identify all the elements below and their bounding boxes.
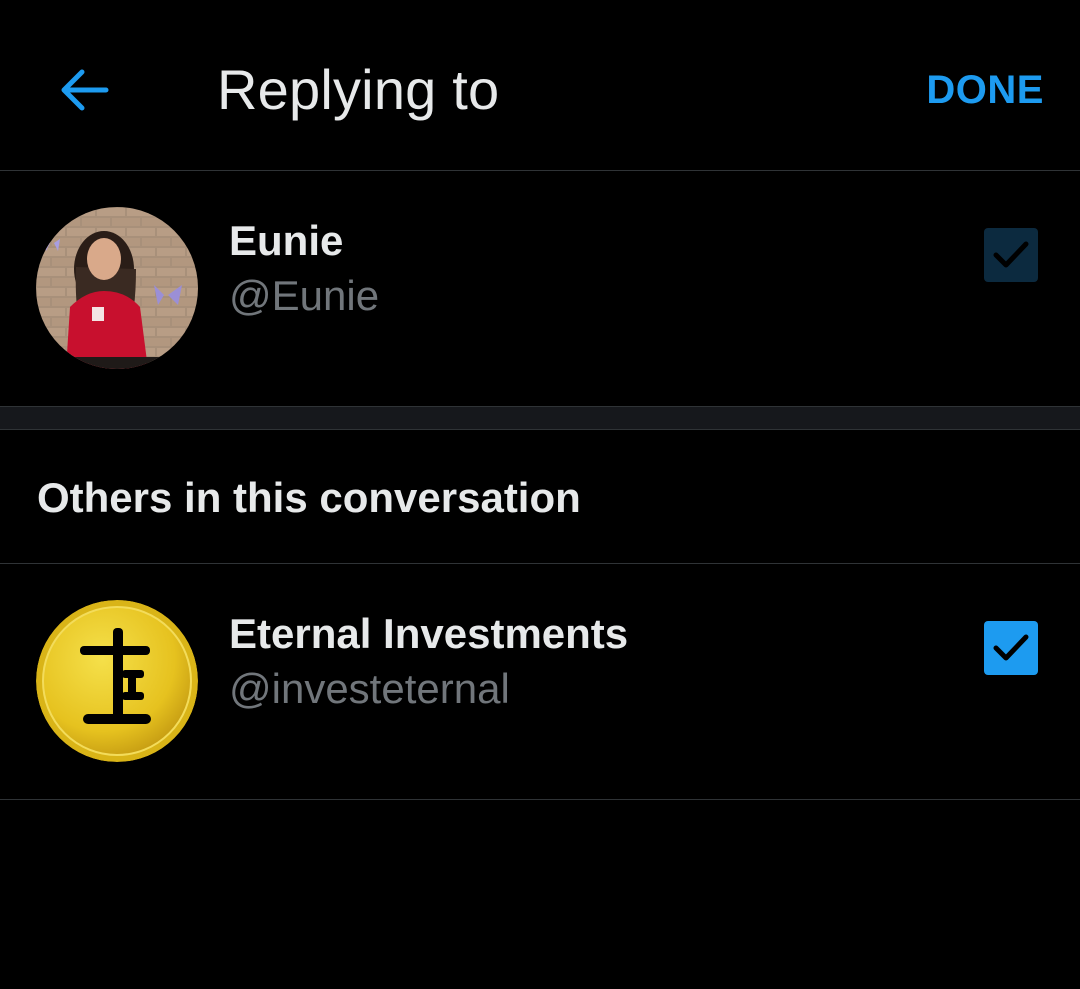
section-divider xyxy=(0,406,1080,430)
participant-row[interactable]: Eternal Investments @investeternal xyxy=(0,564,1080,800)
back-button[interactable] xyxy=(52,58,116,122)
user-handle: @Eunie xyxy=(229,272,380,319)
avatar xyxy=(36,207,198,369)
reply-checkbox[interactable] xyxy=(984,621,1038,675)
avatar xyxy=(36,600,198,762)
checkmark-icon xyxy=(993,241,1029,268)
section-title: Others in this conversation xyxy=(37,474,581,521)
done-button[interactable]: DONE xyxy=(926,62,1044,118)
user-display-name: Eunie xyxy=(229,217,344,264)
user-handle: @investeternal xyxy=(229,665,510,712)
checkmark-icon xyxy=(993,634,1029,661)
user-display-name: Eternal Investments xyxy=(229,610,629,657)
arrow-left-icon xyxy=(61,69,109,111)
section-header: Others in this conversation xyxy=(0,430,1080,564)
reply-target-row[interactable]: Eunie @Eunie xyxy=(0,171,1080,406)
top-app-bar: Replying to DONE xyxy=(0,0,1080,171)
page-title: Replying to xyxy=(217,58,500,121)
reply-checkbox[interactable] xyxy=(984,228,1038,282)
